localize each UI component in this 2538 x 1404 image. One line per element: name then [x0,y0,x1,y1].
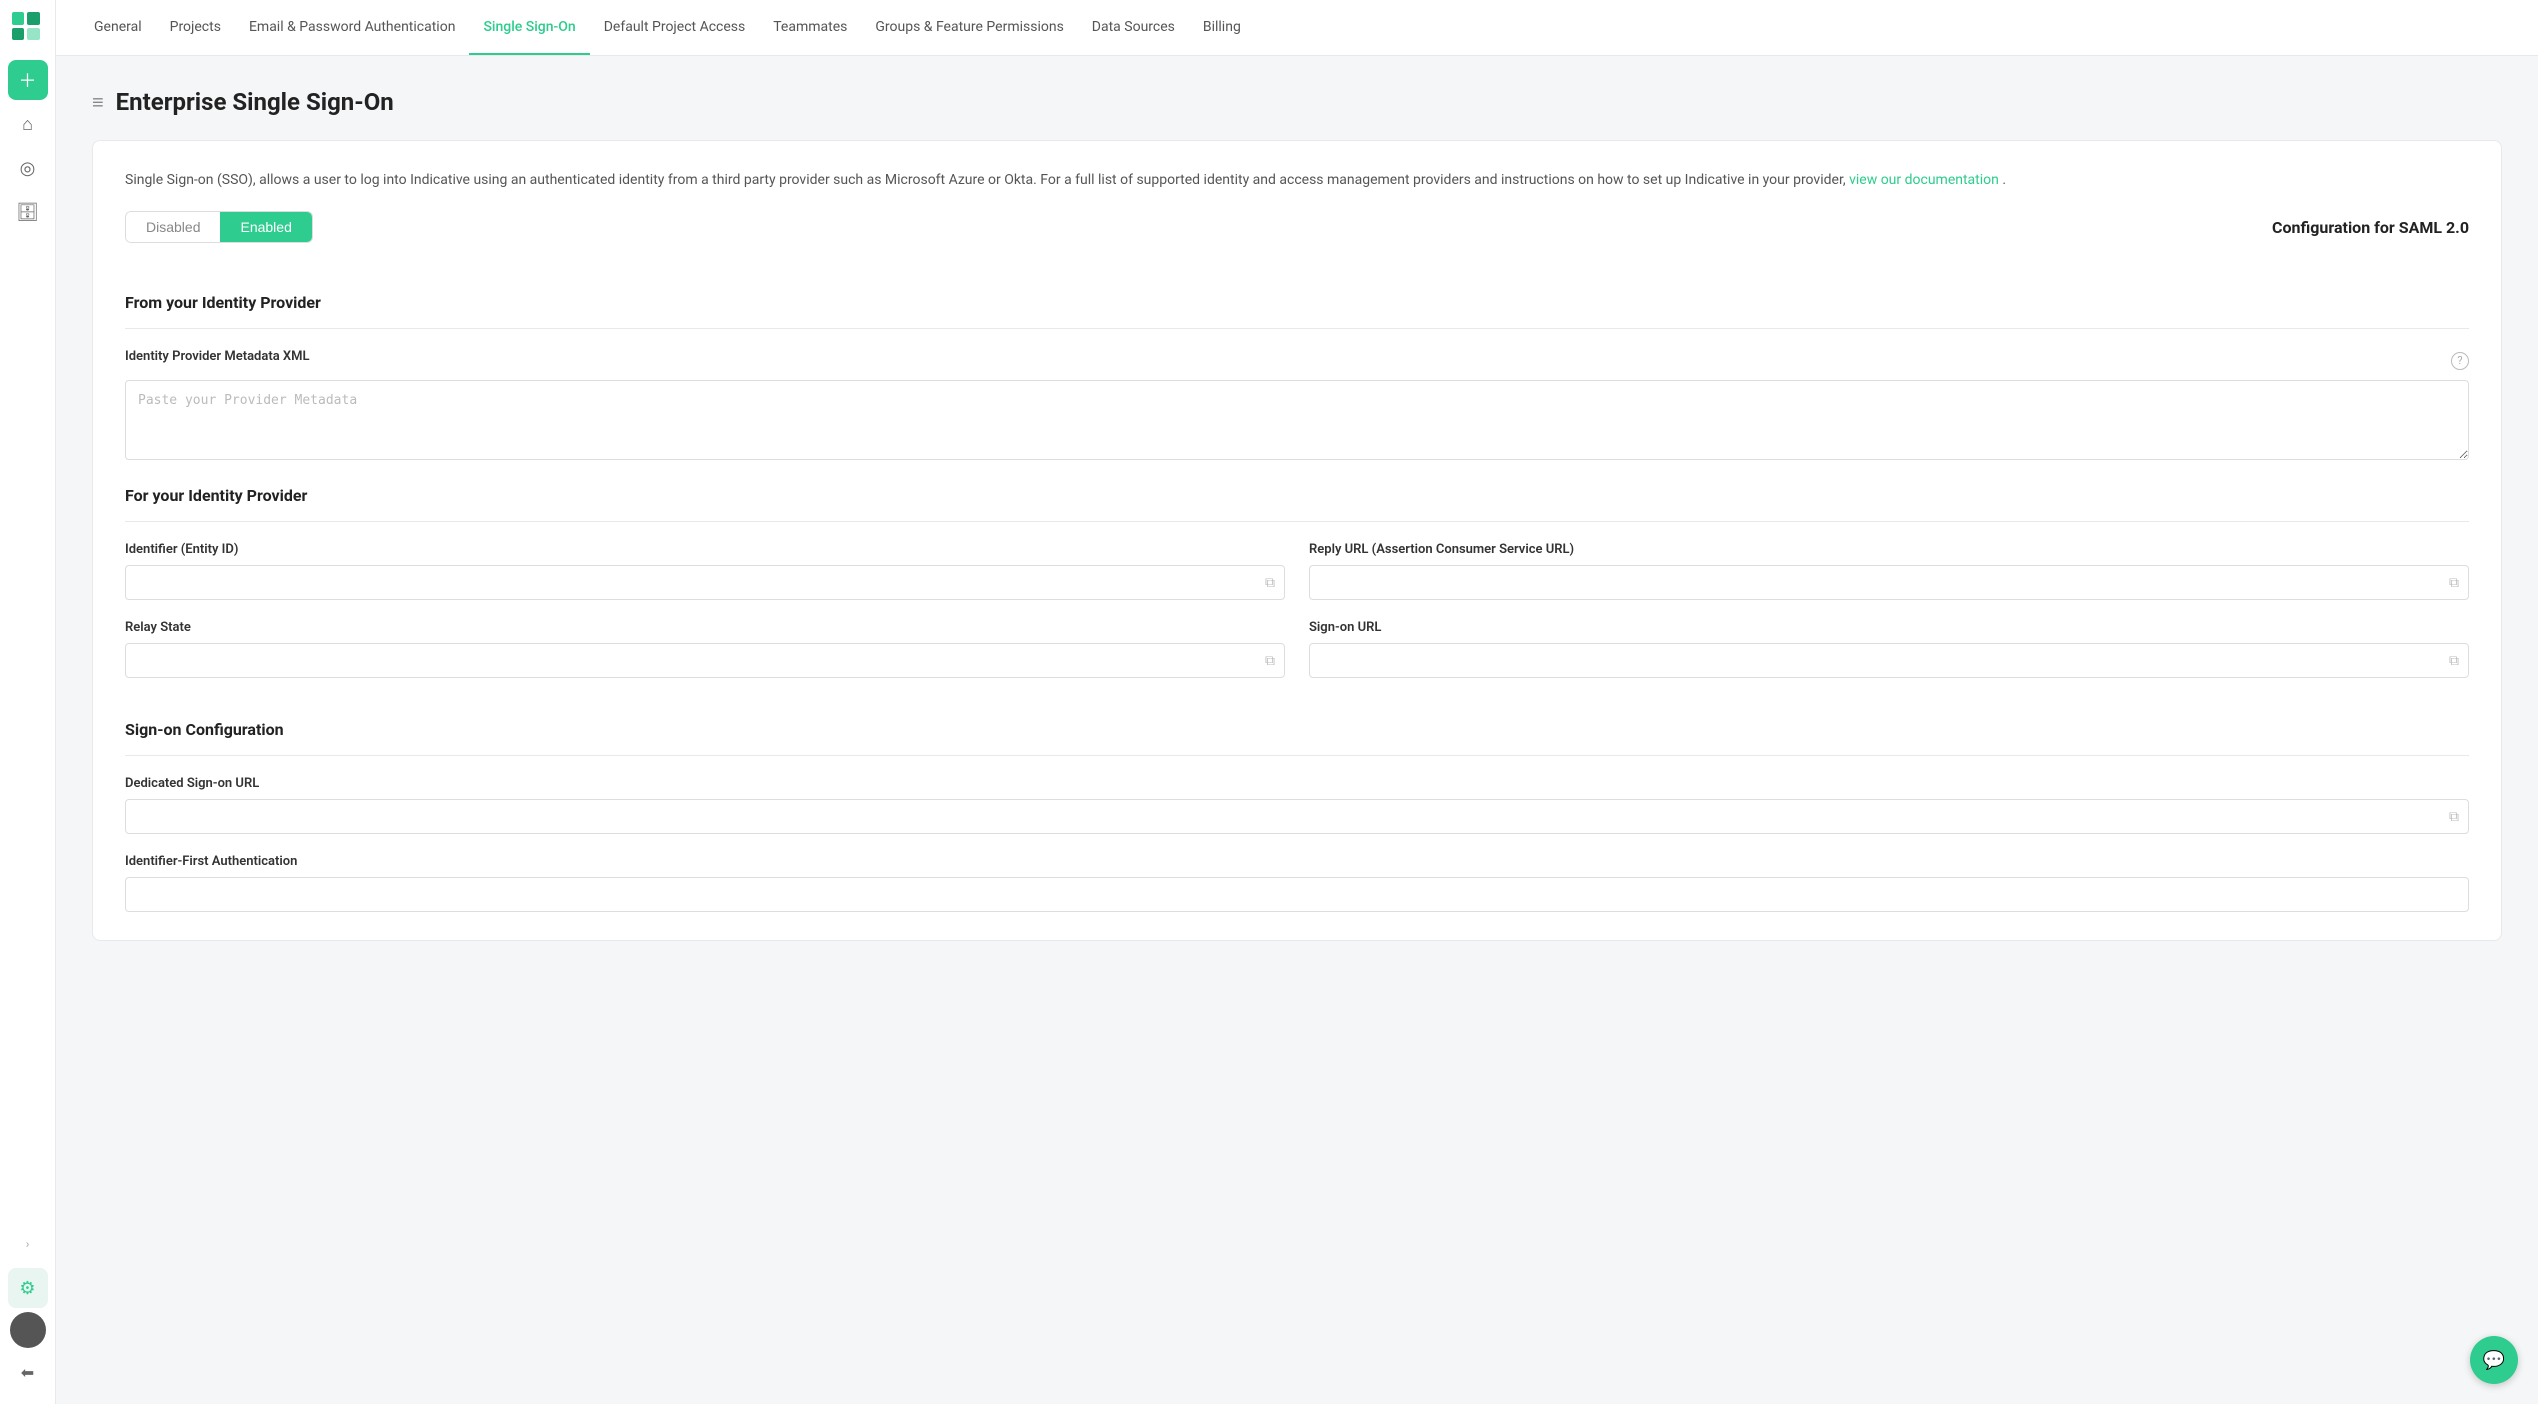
disabled-toggle[interactable]: Disabled [126,212,220,242]
dedicated-sign-on-label: Dedicated Sign-on URL [125,776,2469,791]
tab-billing[interactable]: Billing [1189,0,1255,56]
dedicated-sign-on-input[interactable] [125,799,2469,834]
reply-url-copy-icon[interactable]: ⧉ [2449,575,2459,591]
enabled-toggle[interactable]: Enabled [220,212,311,242]
page-title-row: ≡ Enterprise Single Sign-On [92,88,2502,116]
chat-button[interactable]: 💬 [2470,1336,2518,1384]
home-nav[interactable]: ⌂ [8,104,48,144]
entity-id-reply-url-row: Identifier (Entity ID) ⧉ Reply URL (Asse… [125,542,2469,600]
enable-disable-toggle: Disabled Enabled [125,211,313,243]
for-identity-provider-heading: For your Identity Provider [125,464,2469,522]
toggle-row: Disabled Enabled Configuration for SAML … [125,211,2469,243]
back-icon: ⬅ [21,1363,34,1382]
identifier-first-auth-input[interactable] [125,877,2469,912]
page-content: ≡ Enterprise Single Sign-On Single Sign-… [56,56,2538,1404]
sidebar: ＋ ⌂ ◎ 🗄 › ⚙ ⬅ [0,0,56,1404]
reply-url-label: Reply URL (Assertion Consumer Service UR… [1309,542,2469,557]
relay-state-signon-url-row: Relay State ⧉ Sign-on URL ⧉ [125,620,2469,678]
relay-state-copy-icon[interactable]: ⧉ [1265,653,1275,669]
reply-url-input[interactable] [1309,565,2469,600]
add-button[interactable]: ＋ [8,60,48,100]
relay-state-input[interactable] [125,643,1285,678]
reply-url-wrapper: ⧉ [1309,565,2469,600]
chat-icon: 💬 [2483,1350,2505,1371]
entity-id-wrapper: ⧉ [125,565,1285,600]
settings-nav[interactable]: ⚙ [8,1268,48,1308]
explore-nav[interactable]: ◎ [8,148,48,188]
sign-on-url-copy-icon[interactable]: ⧉ [2449,653,2459,669]
relay-state-wrapper: ⧉ [125,643,1285,678]
config-label: Configuration for SAML 2.0 [2272,218,2469,237]
metadata-xml-help-icon[interactable]: ? [2451,352,2469,370]
dedicated-sign-on-copy-icon[interactable]: ⧉ [2449,809,2459,825]
tab-default-project[interactable]: Default Project Access [590,0,760,56]
description-text: Single Sign-on (SSO), allows a user to l… [125,169,2469,191]
entity-id-label: Identifier (Entity ID) [125,542,1285,557]
metadata-xml-label-row: Identity Provider Metadata XML ? [125,349,2469,372]
identifier-first-auth-label: Identifier-First Authentication [125,854,2469,869]
sign-on-url-label: Sign-on URL [1309,620,2469,635]
relay-state-label: Relay State [125,620,1285,635]
gear-icon: ⚙ [19,1278,35,1299]
tab-groups[interactable]: Groups & Feature Permissions [861,0,1077,56]
app-logo [12,12,44,44]
tab-projects[interactable]: Projects [156,0,235,56]
back-nav[interactable]: ⬅ [8,1352,48,1392]
sign-on-config-heading: Sign-on Configuration [125,698,2469,756]
metadata-xml-field-wrapper [125,380,2469,464]
main-content: General Projects Email & Password Authen… [56,0,2538,1404]
top-nav: General Projects Email & Password Authen… [56,0,2538,56]
identifier-first-auth-wrapper [125,877,2469,912]
documentation-link[interactable]: view our documentation [1849,172,1999,188]
data-nav[interactable]: 🗄 [8,192,48,232]
tab-email-auth[interactable]: Email & Password Authentication [235,0,469,56]
expand-nav[interactable]: › [8,1224,48,1264]
reply-url-col: Reply URL (Assertion Consumer Service UR… [1309,542,2469,600]
metadata-xml-label: Identity Provider Metadata XML [125,349,310,364]
chevron-right-icon: › [26,1237,30,1251]
tab-general[interactable]: General [80,0,156,56]
relay-state-col: Relay State ⧉ [125,620,1285,678]
from-identity-provider-heading: From your Identity Provider [125,271,2469,329]
tab-teammates[interactable]: Teammates [759,0,861,56]
entity-id-copy-icon[interactable]: ⧉ [1265,575,1275,591]
database-icon: 🗄 [16,202,39,223]
sso-card: Single Sign-on (SSO), allows a user to l… [92,140,2502,941]
compass-icon: ◎ [20,158,36,179]
sign-on-url-col: Sign-on URL ⧉ [1309,620,2469,678]
home-icon: ⌂ [22,114,33,135]
tab-data-sources[interactable]: Data Sources [1078,0,1189,56]
entity-id-col: Identifier (Entity ID) ⧉ [125,542,1285,600]
sign-on-url-wrapper: ⧉ [1309,643,2469,678]
page-title-icon: ≡ [92,90,104,115]
user-avatar[interactable] [10,1312,46,1348]
dedicated-sign-on-wrapper: ⧉ [125,799,2469,834]
sign-on-url-input[interactable] [1309,643,2469,678]
tab-sso[interactable]: Single Sign-On [469,0,589,56]
entity-id-input[interactable] [125,565,1285,600]
plus-icon: ＋ [19,67,37,93]
metadata-xml-input[interactable] [125,380,2469,460]
page-title: Enterprise Single Sign-On [116,88,394,116]
